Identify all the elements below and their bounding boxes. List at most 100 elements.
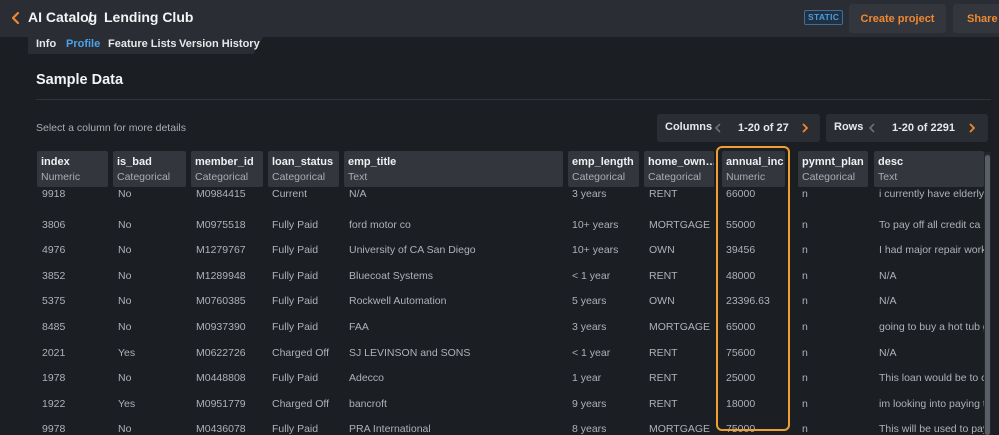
breadcrumb-ai-catalog[interactable]: AI Catalog [28,9,97,25]
table-cell: RENT [649,398,678,410]
column-type: Text [348,171,368,183]
tab-version-history[interactable]: Version History [179,38,260,50]
tab-profile[interactable]: Profile [66,38,100,50]
scrollbar-thumb[interactable] [985,155,990,435]
chevron-left-icon[interactable] [10,11,22,25]
table-cell: Yes [118,398,136,410]
column-header-is-bad[interactable]: is_bad Categorical [113,151,186,187]
table-cell: 5 years [572,295,607,307]
column-type: Numeric [41,171,81,183]
section-divider [36,99,991,100]
column-header-emp-title[interactable]: emp_title Text [344,151,563,187]
table-cell: Fully Paid [272,244,319,256]
table-cell: im looking into paying t [879,398,984,410]
table-cell: RENT [649,372,678,384]
column-name: emp_title [348,156,397,168]
table-cell: No [118,219,132,231]
table-cell: M1279767 [196,244,246,256]
table-cell: Fully Paid [272,321,319,333]
column-header-emp-length[interactable]: emp_length Categorical [568,151,639,187]
columns-pager-range: 1-20 of 27 [738,122,789,134]
table-cell: 9 years [572,398,607,410]
column-header-index[interactable]: index Numeric [37,151,108,187]
column-header-desc[interactable]: desc Text [874,151,984,187]
table-row: 3852 No M1289948 Fully Paid Bluecoat Systems… [0,264,984,289]
table-cell: 48000 [726,270,756,282]
table-cell: N/A [879,270,897,282]
table-cell: Current [272,188,308,200]
table-cell: 65000 [726,321,756,333]
column-header-annual-inc[interactable]: annual_inc Numeric [722,151,785,187]
table-row: 8485 No M0937390 Fully Paid FAA 3 years MORTGA… [0,315,984,340]
chevron-left-icon[interactable] [868,123,876,133]
table-cell: n [802,270,808,282]
share-button[interactable]: Share [953,4,999,33]
create-project-button[interactable]: Create project [849,4,946,33]
table-cell: Adecco [349,372,385,384]
table-cell: n [802,423,808,435]
table-cell: M0951779 [196,398,246,410]
table-cell: 2021 [42,347,66,359]
chevron-right-icon[interactable] [801,123,809,133]
column-type: Categorical [117,171,171,183]
table-cell: No [118,188,132,200]
column-type: Categorical [195,171,249,183]
table-cell: 3 years [572,321,607,333]
table-cell: No [118,321,132,333]
table-cell: Charged Off [272,398,330,410]
table-cell: Bluecoat Systems [349,270,434,282]
chevron-left-icon[interactable] [714,123,722,133]
columns-pager-label: Columns [665,121,713,133]
table-cell: MORTGAGE [649,423,711,435]
rows-pager: Rows 1-20 of 2291 [826,114,988,142]
table-cell: N/A [349,188,367,200]
table-cell: Yes [118,347,136,359]
column-header-member-id[interactable]: member_id Categorical [191,151,263,187]
column-header-pymnt-plan[interactable]: pymnt_plan Categorical [798,151,868,187]
chevron-right-icon[interactable] [968,123,976,133]
table-cell: 25000 [726,372,756,384]
tab-info[interactable]: Info [36,38,56,50]
table-cell: RENT [649,270,678,282]
table-cell: 75000 [726,423,756,435]
table-cell: 23396.63 [726,295,770,307]
table-cell: 18000 [726,398,756,410]
column-name: emp_length [572,156,634,168]
table-cell: 8485 [42,321,66,333]
table-cell: SJ LEVINSON and SONS [349,347,471,359]
table-cell: Fully Paid [272,372,319,384]
column-name: home_own… [648,156,714,168]
table-cell: I had major repair work [879,244,984,256]
table-cell: n [802,219,808,231]
column-type: Text [878,171,898,183]
table-cell: 1978 [42,372,66,384]
table-cell: 3852 [42,270,66,282]
tab-feature-lists[interactable]: Feature Lists [108,38,176,50]
table-cell: PRA International [349,423,431,435]
table-cell: n [802,398,808,410]
column-select-hint: Select a column for more details [36,122,186,134]
column-header-home-ownership[interactable]: home_own… Categorical [644,151,714,187]
table-cell: 9918 [42,188,66,200]
table-cell: 9978 [42,423,66,435]
table-cell: OWN [649,295,675,307]
table-cell: n [802,372,808,384]
table-cell: bancroft [349,398,387,410]
table-cell: n [802,347,808,359]
table-cell: Fully Paid [272,270,319,282]
table-row: 3806 No M0975518 Fully Paid ford motor co 10+… [0,213,984,238]
table-cell: Rockwell Automation [349,295,447,307]
table-cell: M0622726 [196,347,246,359]
column-name: annual_inc [726,156,784,168]
table-cell: N/A [879,295,897,307]
rows-pager-range: 1-20 of 2291 [892,122,955,134]
column-header-loan-status[interactable]: loan_status Categorical [268,151,339,187]
table-cell: FAA [349,321,369,333]
table-cell: Charged Off [272,347,330,359]
table-cell: ford motor co [349,219,411,231]
table-cell: 66000 [726,188,756,200]
table-cell: To pay off all credit ca [879,219,981,231]
table-cell: OWN [649,244,675,256]
table-row: 5375 No M0760385 Fully Paid Rockwell Automat… [0,289,984,314]
table-cell: University of CA San Diego [349,244,476,256]
